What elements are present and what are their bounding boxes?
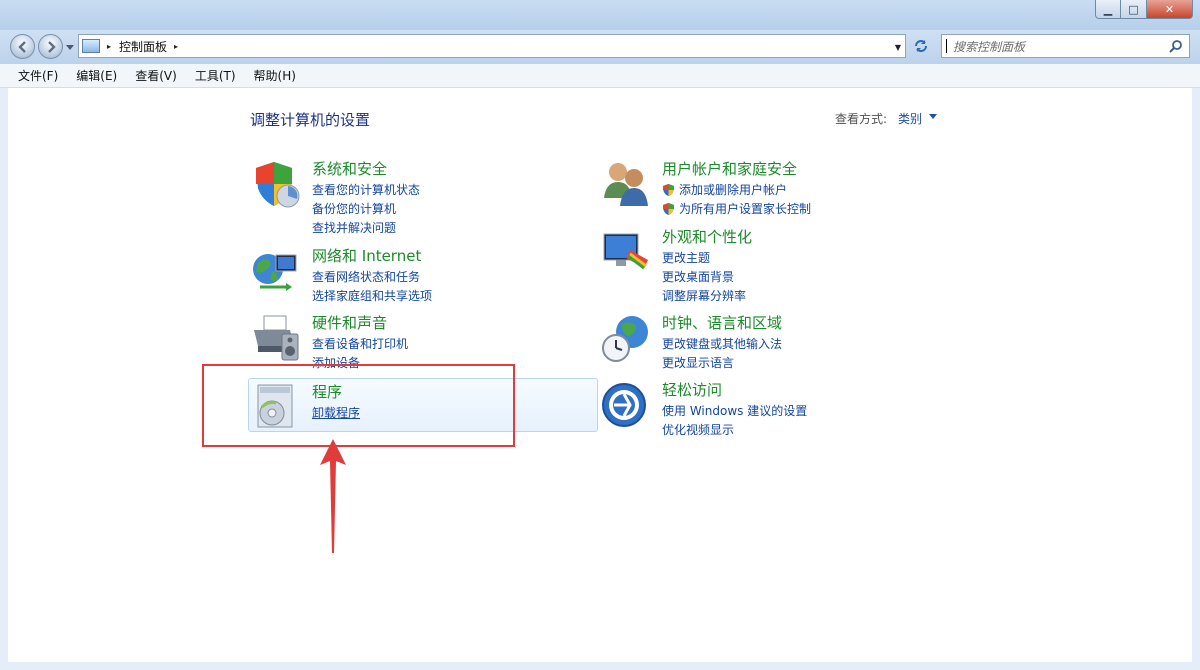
category-system-security: 系统和安全 查看您的计算机状态 备份您的计算机 查找并解决问题	[250, 158, 550, 238]
menu-tools[interactable]: 工具(T)	[195, 67, 236, 84]
annotation-highlight-rectangle	[202, 364, 515, 447]
ease-of-access-icon[interactable]	[600, 379, 652, 431]
link-text-parental-controls[interactable]: 为所有用户设置家长控制	[679, 200, 811, 217]
category-clock-region: 时钟、语言和区域 更改键盘或其他输入法 更改显示语言	[600, 312, 900, 372]
menu-edit[interactable]: 编辑(E)	[76, 67, 117, 84]
navigation-bar: ▸ 控制面板 ▸ ▼ 搜索控制面板	[0, 30, 1200, 64]
category-appearance: 外观和个性化 更改主题 更改桌面背景 调整屏幕分辨率	[600, 226, 900, 306]
back-button[interactable]	[10, 34, 35, 59]
page-title: 调整计算机的设置	[250, 111, 371, 129]
category-user-accounts: 用户帐户和家庭安全 添加或删除用户帐户 为所有用户设置家长控制	[600, 158, 920, 218]
link-recommended-settings[interactable]: 使用 Windows 建议的设置	[662, 401, 807, 420]
link-view-computer-status[interactable]: 查看您的计算机状态	[312, 180, 420, 199]
security-shield-icon[interactable]	[250, 158, 302, 210]
category-title-network[interactable]: 网络和 Internet	[312, 245, 421, 266]
link-desktop-background[interactable]: 更改桌面背景	[662, 267, 746, 286]
main-content: 调整计算机的设置 查看方式: 类别 系统和安全 查看您的计算机状态 备份您的计算…	[8, 88, 1192, 662]
category-ease-of-access: 轻松访问 使用 Windows 建议的设置 优化视频显示	[600, 379, 900, 439]
menu-file[interactable]: 文件(F)	[18, 67, 58, 84]
category-title-users[interactable]: 用户帐户和家庭安全	[662, 158, 797, 179]
link-optimize-display[interactable]: 优化视频显示	[662, 420, 807, 439]
link-text-add-remove-accounts[interactable]: 添加或删除用户帐户	[679, 181, 787, 198]
history-dropdown-icon[interactable]	[66, 43, 74, 51]
clock-globe-icon[interactable]	[600, 312, 652, 364]
menu-help[interactable]: 帮助(H)	[254, 67, 296, 84]
control-panel-icon	[82, 39, 100, 53]
breadcrumb-separator[interactable]: ▸	[107, 42, 111, 51]
annotation-arrow-icon	[320, 439, 346, 553]
forward-arrow-icon	[47, 40, 56, 53]
printer-speaker-icon[interactable]	[250, 312, 302, 364]
network-globe-icon[interactable]	[250, 245, 302, 297]
link-change-theme[interactable]: 更改主题	[662, 248, 746, 267]
search-icon[interactable]	[1169, 39, 1183, 53]
category-title-appearance[interactable]: 外观和个性化	[662, 226, 752, 247]
link-homegroup-sharing[interactable]: 选择家庭组和共享选项	[312, 286, 432, 305]
link-backup-computer[interactable]: 备份您的计算机	[312, 199, 420, 218]
forward-button[interactable]	[38, 34, 63, 59]
minimize-button[interactable]: ▁	[1095, 0, 1121, 19]
category-network-internet: 网络和 Internet 查看网络状态和任务 选择家庭组和共享选项	[250, 245, 550, 305]
category-title-access[interactable]: 轻松访问	[662, 379, 722, 400]
link-add-remove-accounts[interactable]: 添加或删除用户帐户	[662, 180, 811, 199]
window-controls: ▁ □ ✕	[1095, 0, 1193, 19]
title-bar: ▁ □ ✕	[0, 0, 1200, 30]
address-dropdown-icon[interactable]: ▼	[895, 43, 901, 52]
close-button[interactable]: ✕	[1147, 0, 1193, 19]
breadcrumb-control-panel[interactable]: 控制面板	[119, 38, 167, 55]
view-by-dropdown-arrow-icon[interactable]	[929, 114, 937, 119]
address-bar[interactable]: ▸ 控制面板 ▸ ▼	[78, 34, 906, 58]
uac-shield-icon	[663, 183, 674, 196]
users-icon[interactable]	[600, 158, 652, 210]
link-parental-controls[interactable]: 为所有用户设置家长控制	[662, 199, 811, 218]
link-screen-resolution[interactable]: 调整屏幕分辨率	[662, 286, 746, 305]
category-hardware-sound: 硬件和声音 查看设备和打印机 添加设备	[250, 312, 550, 372]
back-arrow-icon	[17, 40, 26, 53]
link-devices-printers[interactable]: 查看设备和打印机	[312, 334, 408, 353]
text-caret	[946, 39, 947, 53]
monitor-palette-icon[interactable]	[600, 226, 652, 278]
menu-view[interactable]: 查看(V)	[135, 67, 177, 84]
maximize-button[interactable]: □	[1121, 0, 1147, 19]
view-by-dropdown[interactable]: 类别	[898, 110, 922, 127]
refresh-icon	[915, 40, 927, 52]
link-troubleshoot[interactable]: 查找并解决问题	[312, 218, 420, 237]
link-display-language[interactable]: 更改显示语言	[662, 353, 782, 372]
view-by-label: 查看方式:	[835, 112, 888, 126]
category-title-hardware[interactable]: 硬件和声音	[312, 312, 387, 333]
category-title-system[interactable]: 系统和安全	[312, 158, 387, 179]
uac-shield-icon	[663, 202, 674, 215]
refresh-button[interactable]	[909, 34, 933, 58]
menu-bar: 文件(F) 编辑(E) 查看(V) 工具(T) 帮助(H)	[0, 64, 1200, 88]
link-network-status[interactable]: 查看网络状态和任务	[312, 267, 432, 286]
link-keyboard-input[interactable]: 更改键盘或其他输入法	[662, 334, 782, 353]
search-placeholder: 搜索控制面板	[953, 39, 1026, 54]
category-title-clock[interactable]: 时钟、语言和区域	[662, 312, 782, 333]
search-input[interactable]: 搜索控制面板	[941, 34, 1190, 58]
breadcrumb-separator[interactable]: ▸	[174, 42, 178, 51]
